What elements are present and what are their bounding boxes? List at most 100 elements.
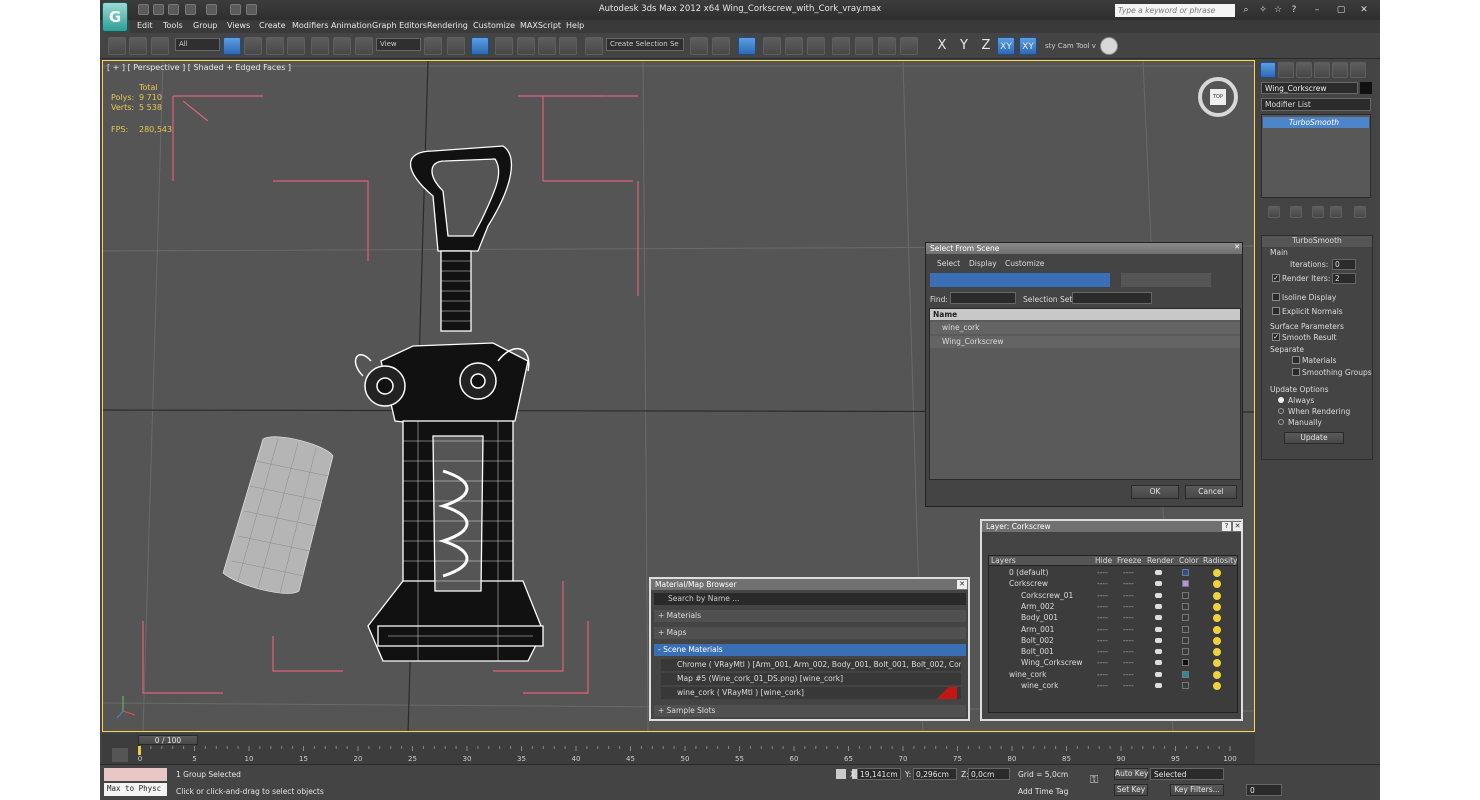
col-render[interactable]: Render [1147, 556, 1174, 565]
select-dialog-close-icon[interactable]: ✕ [1232, 243, 1242, 253]
angle-snap-icon[interactable] [517, 37, 535, 55]
layer-freeze-toggle[interactable]: ---- [1123, 591, 1134, 600]
menu-graph-editors[interactable]: Graph Editors [372, 21, 427, 30]
app-logo-icon[interactable]: G [102, 2, 128, 32]
communication-center-icon[interactable]: ✧ [1257, 4, 1269, 16]
undo-icon[interactable] [185, 4, 196, 15]
configure-sets-icon[interactable] [1354, 206, 1366, 218]
layer-row[interactable]: Bolt_001 ---- ---- [989, 647, 1237, 657]
layer-freeze-toggle[interactable]: ---- [1123, 613, 1134, 622]
scene-object-list[interactable]: Name wine_cork Wing_Corkscrew [929, 308, 1241, 480]
remove-modifier-icon[interactable] [1330, 206, 1342, 218]
select-and-link-icon[interactable] [108, 37, 126, 55]
layer-freeze-toggle[interactable]: ---- [1123, 670, 1134, 679]
redo-icon[interactable] [206, 4, 217, 15]
selection-set-dropdown[interactable] [1072, 292, 1152, 304]
key-filters-button[interactable]: Key Filters... [1170, 784, 1224, 796]
layer-radiosity-icon[interactable] [1213, 682, 1221, 690]
group-materials[interactable]: + Materials [654, 610, 966, 622]
layer-render-teapot-icon[interactable] [1155, 637, 1162, 643]
layer-freeze-toggle[interactable]: ---- [1123, 568, 1134, 577]
curve-editor-icon[interactable] [785, 37, 803, 55]
layer-render-teapot-icon[interactable] [1155, 683, 1162, 688]
selected-dropdown[interactable]: Selected [1150, 768, 1224, 780]
x-coordinate-field[interactable]: 19,141cm [857, 768, 901, 780]
layer-name[interactable]: Arm_002 [1021, 602, 1054, 611]
layer-radiosity-icon[interactable] [1213, 602, 1221, 611]
material-editor-icon[interactable] [832, 37, 850, 55]
layer-hide-toggle[interactable]: ---- [1097, 579, 1108, 588]
rectangular-selection-icon[interactable] [266, 37, 284, 55]
layer-hide-toggle[interactable]: ---- [1097, 681, 1108, 690]
snaps-toggle-icon[interactable] [495, 37, 513, 55]
maxscript-listener-pink[interactable] [104, 768, 167, 781]
make-unique-icon[interactable] [1312, 206, 1324, 218]
layer-name[interactable]: wine_cork [1021, 681, 1058, 690]
open-file-icon[interactable] [153, 4, 164, 15]
favorites-star-icon[interactable]: ☆ [1272, 4, 1284, 16]
viewcube-top-face[interactable]: TOP [1210, 89, 1226, 105]
always-radio[interactable] [1278, 397, 1284, 403]
close-window-icon[interactable]: ✕ [1358, 4, 1370, 16]
time-ruler[interactable]: 0 5 10 15 20 25 30 35 40 45 50 55 60 65 70 75 80 85 90 95 10… [136, 746, 1246, 764]
keyboard-shortcut-override-icon[interactable] [471, 37, 489, 55]
layer-manager-icon[interactable] [738, 37, 756, 55]
window-crossing-icon[interactable] [287, 37, 305, 55]
group-scene-materials[interactable]: - Scene Materials [654, 644, 966, 656]
menu-group[interactable]: Group [193, 21, 217, 30]
layer-name[interactable]: wine_cork [1009, 670, 1046, 679]
select-dialog-title[interactable]: Select From Scene [926, 243, 1242, 254]
create-tab-icon[interactable] [1260, 62, 1276, 78]
plugin-toolbar-label[interactable]: sty Cam Tool v [1045, 42, 1096, 50]
modifier-stack[interactable]: TurboSmooth [1261, 114, 1371, 198]
rendered-frame-window-icon[interactable] [878, 37, 896, 55]
axis-xy-cycle-button[interactable]: XY [1019, 37, 1037, 55]
scene-material-chrome[interactable]: Chrome ( VRayMtl ) [Arm_001, Arm_002, Bo… [661, 659, 961, 671]
menu-animation[interactable]: Animation [331, 21, 372, 30]
layer-render-teapot-icon[interactable] [1155, 649, 1162, 655]
show-end-result-icon[interactable] [1290, 206, 1302, 218]
layer-row[interactable]: Bolt_002 ---- ---- [989, 636, 1237, 646]
cancel-button[interactable]: Cancel [1185, 485, 1237, 499]
y-coordinate-field[interactable]: 0,296cm [913, 768, 957, 780]
layer-hide-toggle[interactable]: ---- [1097, 613, 1108, 622]
layer-dialog-close-icon[interactable]: ✕ [1233, 522, 1242, 531]
layer-color-swatch[interactable] [1182, 625, 1189, 633]
layer-table[interactable]: Layers Hide Freeze Render Color Radiosit… [988, 555, 1238, 713]
layer-radiosity-icon[interactable] [1213, 591, 1221, 600]
menu-modifiers[interactable]: Modifiers [292, 21, 329, 30]
layer-row[interactable]: 0 (default) ---- ---- [989, 568, 1237, 578]
modify-tab-icon[interactable] [1278, 62, 1294, 78]
help-icon[interactable]: ? [1288, 4, 1300, 16]
layer-color-swatch[interactable] [1182, 648, 1189, 656]
layer-radiosity-icon[interactable] [1213, 614, 1221, 623]
layer-hide-toggle[interactable]: ---- [1097, 658, 1108, 667]
select-dialog-filter-toolbar[interactable] [930, 273, 1110, 287]
motion-tab-icon[interactable] [1314, 62, 1330, 78]
layer-color-swatch[interactable] [1182, 591, 1189, 599]
rollout-title[interactable]: TurboSmooth [1262, 236, 1372, 247]
scene-material-wine-cork[interactable]: wine_cork ( VRayMtl ) [wine_cork] [661, 687, 961, 699]
pivot-center-icon[interactable] [424, 37, 442, 55]
layer-color-swatch[interactable] [1182, 569, 1189, 576]
set-key-button[interactable]: Set Key [1114, 784, 1148, 796]
layer-color-swatch[interactable] [1182, 602, 1189, 610]
select-by-name-icon[interactable] [244, 37, 262, 55]
menu-create[interactable]: Create [259, 21, 286, 30]
layer-dialog-title[interactable]: Layer: Corkscrew [982, 521, 1241, 532]
render-iters-spinner[interactable]: 2 [1332, 273, 1356, 284]
menu-rendering[interactable]: Rendering [427, 21, 468, 30]
display-tab-icon[interactable] [1332, 62, 1348, 78]
binoculars-icon[interactable]: ⌕ [1240, 4, 1252, 16]
graphite-ribbon-icon[interactable] [763, 37, 781, 55]
current-frame-field[interactable]: 0 [1246, 784, 1282, 796]
move-icon[interactable] [311, 37, 329, 55]
selection-filter-dropdown[interactable]: All [175, 38, 220, 51]
object-color-swatch[interactable] [1360, 82, 1372, 94]
layer-row[interactable]: Arm_001 ---- ---- [989, 625, 1237, 635]
layer-dialog-help-icon[interactable]: ? [1222, 522, 1231, 531]
utilities-tab-icon[interactable] [1350, 62, 1366, 78]
auto-key-button[interactable]: Auto Key [1114, 768, 1148, 780]
axis-y-button[interactable]: Y [955, 37, 973, 55]
reference-coordinate-dropdown[interactable]: View [376, 38, 421, 51]
